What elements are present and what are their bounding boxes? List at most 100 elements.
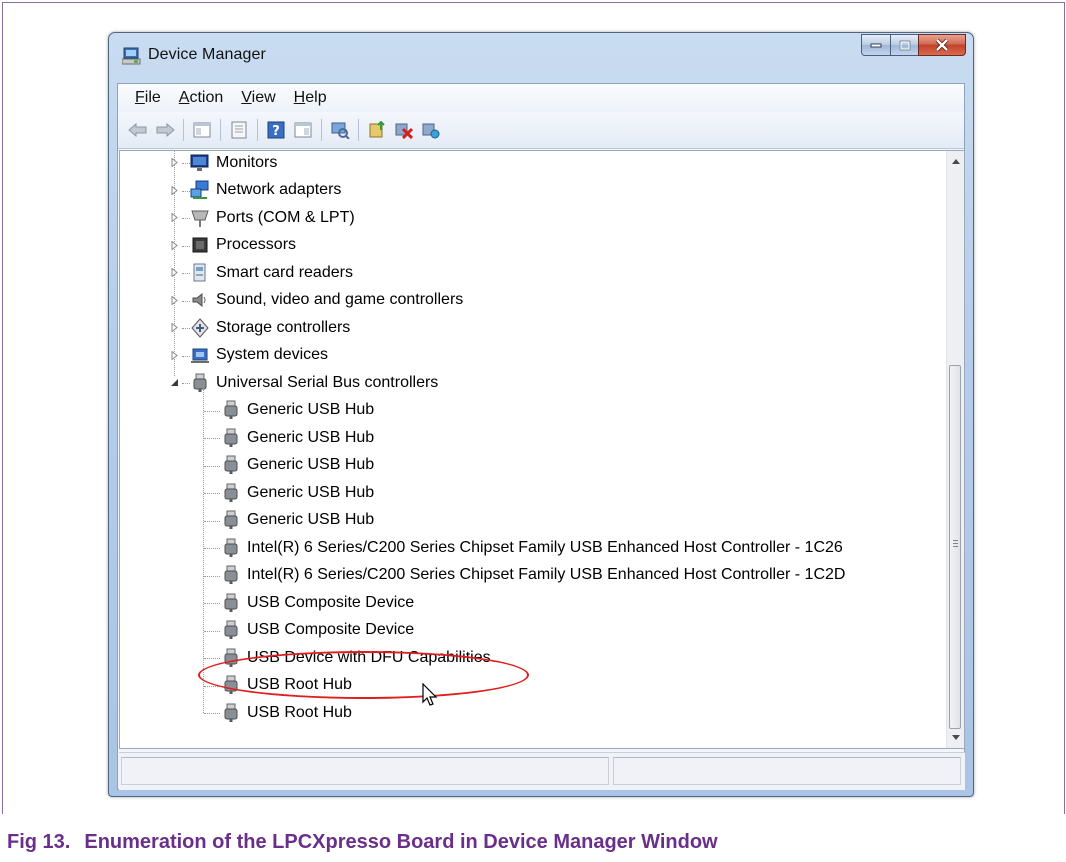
collapsed-triangle-icon[interactable] — [170, 213, 179, 222]
tree-connector — [182, 355, 190, 357]
tree-category-row[interactable]: Network adapters — [190, 177, 341, 204]
tree-device-label: USB Composite Device — [247, 621, 415, 638]
tree-connector — [204, 438, 220, 439]
maximize-button[interactable] — [890, 34, 918, 56]
scan-hardware-changes-button[interactable] — [328, 119, 352, 141]
tree-device-row[interactable]: Generic USB Hub — [221, 507, 374, 534]
scroll-up-button[interactable] — [947, 153, 964, 170]
tree-connector — [204, 658, 220, 659]
menu-bar: File Action View Help — [118, 84, 964, 112]
collapsed-triangle-icon[interactable] — [170, 240, 179, 250]
enable-device-icon — [422, 123, 440, 139]
properties-button[interactable] — [227, 119, 251, 141]
tree-connector — [204, 465, 220, 467]
tree-connector — [182, 328, 190, 329]
action-pane-icon — [294, 122, 312, 138]
tree-category-row[interactable]: Processors — [190, 232, 296, 259]
tree-category-row[interactable]: System devices — [190, 342, 328, 369]
toolbar-separator — [257, 119, 258, 141]
collapsed-triangle-icon[interactable] — [170, 158, 179, 167]
menu-help[interactable]: Help — [285, 89, 336, 107]
collapsed-triangle-icon[interactable] — [170, 350, 179, 360]
storage-controller-icon — [191, 317, 209, 338]
scrollbar-grip — [953, 540, 958, 541]
enable-device-button[interactable] — [419, 119, 443, 141]
usb-icon — [224, 510, 238, 529]
tree-category-label: Storage controllers — [216, 318, 351, 336]
minimize-icon — [870, 43, 882, 48]
expanded-triangle-icon[interactable] — [170, 378, 179, 387]
menu-action[interactable]: Action — [170, 89, 232, 107]
tree-category-row[interactable]: Smart card readers — [190, 259, 353, 286]
tree-device-label: Intel(R) 6 Series/C200 Series Chipset Fa… — [247, 538, 843, 556]
help-button[interactable]: ? — [264, 119, 288, 141]
tree-category-row[interactable]: Sound, video and game controllers — [190, 287, 463, 314]
menu-view[interactable]: View — [232, 89, 284, 107]
minimize-button[interactable] — [861, 34, 890, 56]
tree-device-label: Generic USB Hub — [247, 483, 375, 501]
tree-device-row[interactable]: Intel(R) 6 Series/C200 Series Chipset Fa… — [221, 562, 845, 589]
usb-icon — [224, 428, 238, 447]
tree-connector — [182, 190, 190, 192]
scroll-down-button[interactable] — [947, 729, 964, 746]
tree-category-row[interactable]: Monitors — [190, 151, 277, 176]
usb-icon — [224, 400, 238, 419]
status-bar — [119, 752, 965, 790]
tree-device-label: Generic USB Hub — [247, 428, 375, 446]
usb-icon — [224, 483, 238, 502]
tree-category-label: Processors — [216, 236, 297, 253]
tree-category-row[interactable]: Ports (COM & LPT) — [190, 204, 355, 231]
vertical-scrollbar[interactable] — [946, 151, 964, 748]
back-arrow-icon — [128, 123, 147, 137]
scrollbar-thumb[interactable] — [949, 365, 961, 729]
tree-category-row[interactable]: Storage controllers — [190, 314, 350, 341]
collapsed-triangle-icon[interactable] — [170, 268, 179, 277]
tree-device-row[interactable]: Generic USB Hub — [221, 397, 374, 424]
tree-device-row[interactable]: Generic USB Hub — [221, 479, 374, 506]
forward-button[interactable] — [153, 119, 177, 141]
title-bar[interactable]: Device Manager — [109, 33, 973, 83]
back-button[interactable] — [126, 119, 150, 141]
menu-file[interactable]: File — [126, 89, 170, 107]
tree-device-row[interactable]: USB Composite Device — [221, 617, 414, 644]
uninstall-button[interactable] — [392, 119, 416, 141]
tree-category-row[interactable]: Universal Serial Bus controllers — [190, 369, 438, 396]
usb-icon — [224, 455, 238, 474]
tree-device-row[interactable]: Generic USB Hub — [221, 452, 374, 479]
tree-device-row[interactable]: USB Composite Device — [221, 589, 414, 616]
processor-icon — [192, 237, 208, 253]
update-driver-button[interactable] — [365, 119, 389, 141]
maximize-icon — [899, 40, 910, 50]
tree-category-label: Smart card readers — [216, 263, 353, 281]
tree-device-row[interactable]: Intel(R) 6 Series/C200 Series Chipset Fa… — [221, 534, 843, 561]
tree-connector — [182, 300, 190, 302]
collapsed-triangle-icon[interactable] — [170, 323, 179, 332]
usb-icon — [224, 703, 238, 722]
tree-device-row[interactable]: Generic USB Hub — [221, 424, 374, 451]
chevron-up-icon — [951, 159, 960, 164]
tree-category-label: Universal Serial Bus controllers — [216, 373, 439, 391]
action-pane-button[interactable] — [291, 119, 315, 141]
properties-icon — [231, 121, 247, 139]
tree-connector — [182, 163, 190, 164]
collapsed-triangle-icon[interactable] — [170, 295, 179, 305]
collapsed-triangle-icon[interactable] — [170, 185, 179, 195]
tree-category-label: Ports (COM & LPT) — [216, 208, 355, 226]
network-adapter-icon — [190, 180, 209, 199]
show-hide-console-tree-icon — [193, 122, 211, 138]
toolbar: ? — [118, 112, 964, 149]
speaker-icon — [192, 292, 206, 308]
figure-caption: Fig 13. Enumeration of the LPCXpresso Boa… — [7, 831, 718, 854]
figure-caption-text: Enumeration of the LPCXpresso Board in D… — [84, 831, 718, 853]
update-driver-icon — [369, 121, 385, 138]
close-button[interactable] — [918, 34, 966, 56]
window-title: Device Manager — [148, 46, 266, 63]
usb-children-connector — [203, 387, 204, 713]
show-hide-console-tree-button[interactable] — [190, 119, 214, 141]
tree-category-label: Network adapters — [216, 181, 342, 198]
uninstall-icon — [395, 123, 414, 139]
tree-device-row[interactable]: USB Root Hub — [221, 699, 352, 726]
tree-device-label: USB Root Hub — [247, 703, 352, 721]
forward-arrow-icon — [156, 123, 175, 137]
menu-view-label: View — [241, 89, 276, 106]
